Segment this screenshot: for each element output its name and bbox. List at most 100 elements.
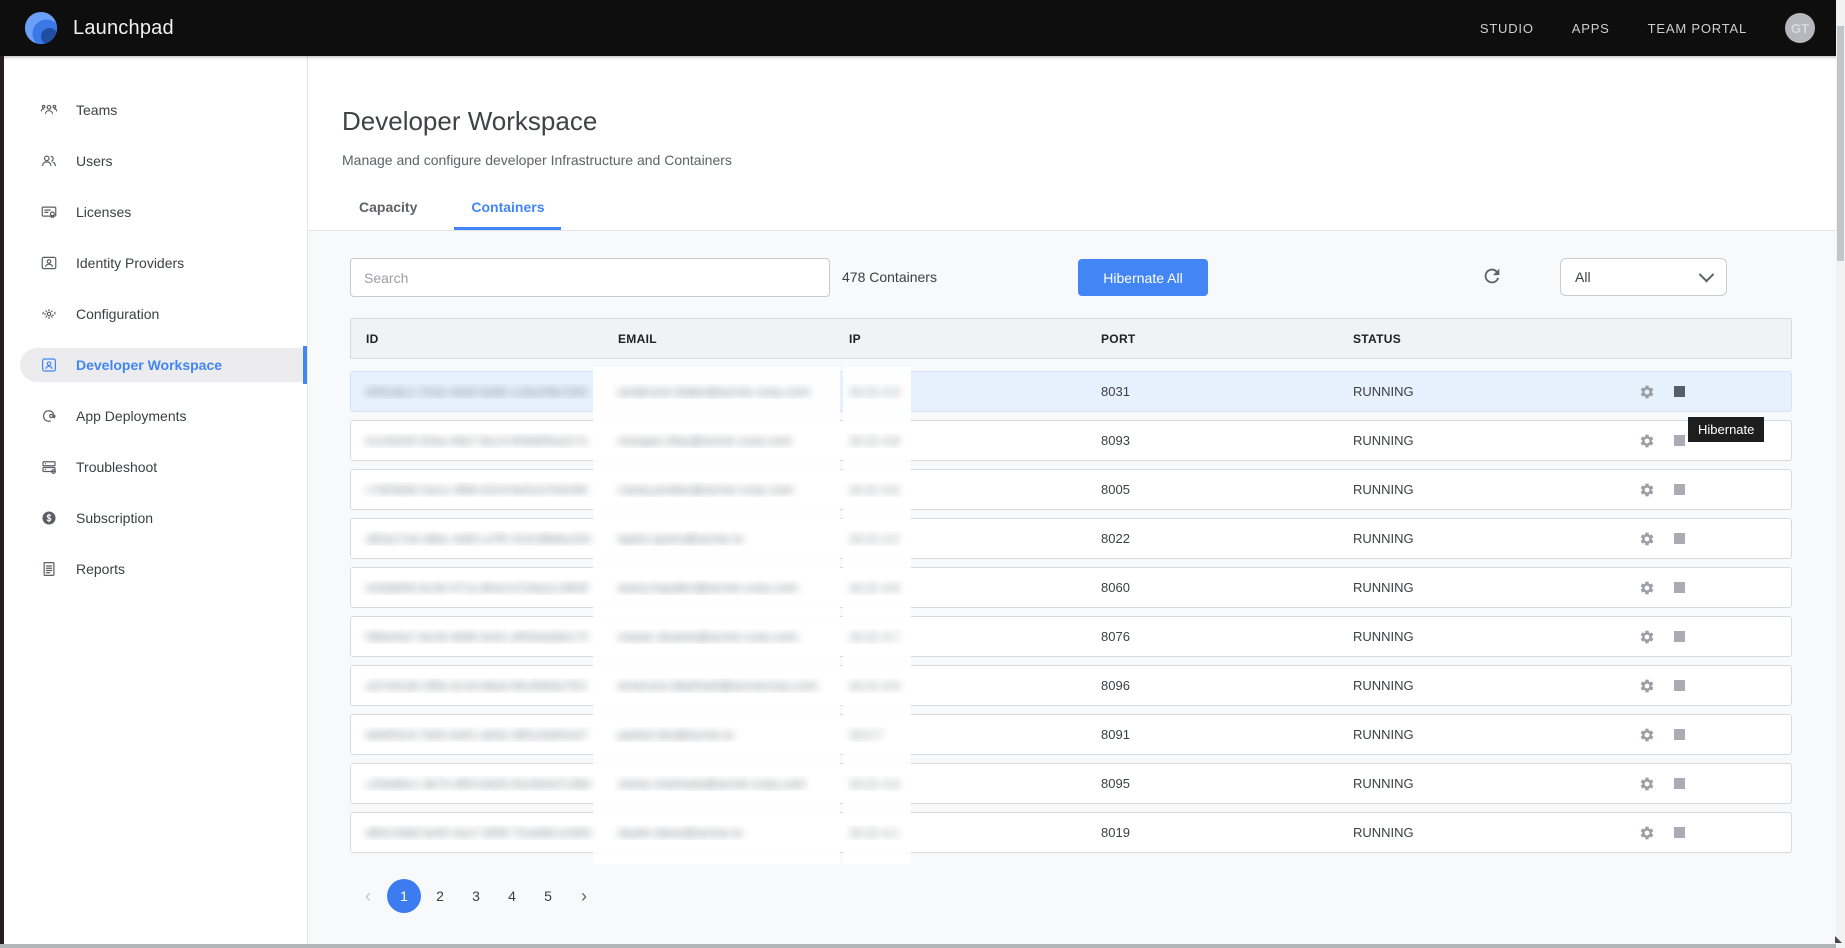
sidebar-item-app-deployments[interactable]: App Deployments	[4, 399, 307, 433]
hibernate-stop-icon[interactable]	[1674, 827, 1685, 838]
cell-port: 8096	[1086, 678, 1338, 693]
settings-gear-icon[interactable]	[1639, 776, 1655, 792]
containers-table: ID EMAIL IP PORT STATUS 64f2a9c1-7b3e-44…	[350, 318, 1792, 853]
nav-apps[interactable]: APPS	[1572, 21, 1610, 36]
cell-id: c7d04b92-5a1e-4f68-b3c9-8e52a70d1f46	[351, 482, 603, 497]
settings-gear-icon[interactable]	[1639, 825, 1655, 841]
sidebar-item-label: Licenses	[76, 204, 131, 220]
cell-ip: 10.21 4.6	[834, 580, 1086, 595]
settings-gear-icon[interactable]	[1639, 678, 1655, 694]
resize-corner-icon	[1835, 936, 1842, 943]
sidebar-item-developer-workspace[interactable]: Developer Workspace	[20, 348, 307, 382]
hibernate-stop-icon[interactable]	[1674, 778, 1685, 789]
pagination-prev-icon[interactable]: ‹	[351, 879, 385, 913]
cell-status: RUNNING	[1338, 629, 1623, 644]
scrollbar-thumb[interactable]	[1837, 26, 1844, 261]
table-row[interactable]: d60c34b8-5e92-4a17-bf08-72a4d9c1e583 sky…	[350, 812, 1792, 853]
pagination-page-3[interactable]: 3	[459, 879, 493, 913]
avatar[interactable]: GT	[1785, 13, 1815, 43]
hibernate-stop-icon[interactable]	[1674, 435, 1685, 446]
sidebar-item-reports[interactable]: Reports	[4, 552, 307, 586]
table-row[interactable]: b84f25c9-7d03-4e61-a92b-38f1c6d50e47 par…	[350, 714, 1792, 755]
configuration-icon	[40, 305, 58, 323]
table-row[interactable]: c29a68e1-3b74-4f50-8d26-91e5b0a7c364 ree…	[350, 763, 1792, 804]
table-row[interactable]: f08d43a7-6e29-4b85-9c61-d0f3e8a5b172 row…	[350, 616, 1792, 657]
search-input[interactable]	[350, 258, 830, 297]
hibernate-all-button[interactable]: Hibernate All	[1078, 259, 1208, 296]
pagination-page-1[interactable]: 1	[387, 879, 421, 913]
row-actions	[1623, 776, 1791, 792]
horizontal-scrollbar[interactable]	[0, 944, 1845, 948]
hibernate-stop-icon[interactable]	[1674, 533, 1685, 544]
settings-gear-icon[interactable]	[1639, 384, 1655, 400]
settings-gear-icon[interactable]	[1639, 629, 1655, 645]
pagination-page-4[interactable]: 4	[495, 879, 529, 913]
cell-id: b1c83e5f-20da-49a7-8e14-f63b905a2c7e	[351, 433, 603, 448]
table-row[interactable]: a37e91d0-2f56-4c18-b8a4-65c09d3e7f21 eme…	[350, 665, 1792, 706]
cell-port: 8093	[1086, 433, 1338, 448]
cell-port: 8095	[1086, 776, 1338, 791]
nav-team-portal[interactable]: TEAM PORTAL	[1648, 21, 1747, 36]
cell-status: RUNNING	[1338, 825, 1623, 840]
tab-capacity[interactable]: Capacity	[342, 184, 434, 230]
hibernate-stop-icon[interactable]	[1674, 582, 1685, 593]
cell-id: 64f2a9c1-7b3e-44d0-9a65-1c8e2f4b7d30	[351, 384, 603, 399]
cell-ip: 10.21 4.3	[834, 384, 1086, 399]
container-count: 478 Containers	[842, 269, 937, 285]
cell-id: b84f25c9-7d03-4e61-a92b-38f1c6d50e47	[351, 727, 603, 742]
cell-id: c29a68e1-3b74-4f50-8d26-91e5b0a7c364	[351, 776, 603, 791]
hibernate-stop-icon[interactable]	[1674, 680, 1685, 691]
cell-port: 8022	[1086, 531, 1338, 546]
tab-containers[interactable]: Containers	[454, 184, 561, 230]
cell-email: morgan.riley@acme-corp.com	[603, 433, 834, 448]
cell-id: e52b60f4-9c3d-471a-85e0-b7d4a2c1963f	[351, 580, 603, 595]
sidebar-item-troubleshoot[interactable]: Troubleshoot	[4, 450, 307, 484]
brand[interactable]: Launchpad	[24, 11, 174, 45]
cell-port: 8076	[1086, 629, 1338, 644]
row-actions	[1623, 384, 1791, 400]
settings-gear-icon[interactable]	[1639, 433, 1655, 449]
hibernate-stop-icon[interactable]	[1674, 631, 1685, 642]
row-actions	[1623, 727, 1791, 743]
hibernate-stop-icon[interactable]	[1674, 386, 1685, 397]
hibernate-stop-icon[interactable]	[1674, 729, 1685, 740]
cell-email: parker.len@acme.io	[603, 727, 834, 742]
vertical-scrollbar[interactable]	[1836, 0, 1845, 948]
filter-dropdown[interactable]: All	[1560, 258, 1727, 296]
sidebar-item-teams[interactable]: Teams	[4, 93, 307, 127]
pagination-next-icon[interactable]: ›	[567, 879, 601, 913]
sidebar-item-configuration[interactable]: Configuration	[4, 297, 307, 331]
settings-gear-icon[interactable]	[1639, 580, 1655, 596]
cell-port: 8091	[1086, 727, 1338, 742]
table-row[interactable]: c7d04b92-5a1e-4f68-b3c9-8e52a70d1f46 cas…	[350, 469, 1792, 510]
pagination-page-5[interactable]: 5	[531, 879, 565, 913]
hibernate-stop-icon[interactable]	[1674, 484, 1685, 495]
identity-providers-icon	[40, 254, 58, 272]
row-actions	[1623, 580, 1791, 596]
settings-gear-icon[interactable]	[1639, 531, 1655, 547]
users-icon	[40, 152, 58, 170]
nav-studio[interactable]: STUDIO	[1480, 21, 1534, 36]
settings-gear-icon[interactable]	[1639, 482, 1655, 498]
cell-status: RUNNING	[1338, 727, 1623, 742]
cell-id: d60c34b8-5e92-4a17-bf08-72a4d9c1e583	[351, 825, 603, 840]
cell-ip: 10.0.7	[834, 727, 1086, 742]
sidebar-item-licenses[interactable]: Licenses	[4, 195, 307, 229]
sidebar-item-identity-providers[interactable]: Identity Providers	[4, 246, 307, 280]
table-row[interactable]: b1c83e5f-20da-49a7-8e14-f63b905a2c7e mor…	[350, 420, 1792, 461]
table-row[interactable]: e52b60f4-9c3d-471a-85e0-b7d4a2c1963f ave…	[350, 567, 1792, 608]
pagination-page-2[interactable]: 2	[423, 879, 457, 913]
table-row[interactable]: d93a17e6-48bc-4d02-a7f5-310c98b6e254 tay…	[350, 518, 1792, 559]
cell-port: 8005	[1086, 482, 1338, 497]
sidebar-item-subscription[interactable]: Subscription	[4, 501, 307, 535]
settings-gear-icon[interactable]	[1639, 727, 1655, 743]
teams-icon	[40, 101, 58, 119]
sidebar-item-label: Reports	[76, 561, 125, 577]
refresh-icon[interactable]	[1481, 265, 1503, 287]
table-header-row: ID EMAIL IP PORT STATUS	[350, 318, 1792, 359]
sidebar-item-users[interactable]: Users	[4, 144, 307, 178]
licenses-icon	[40, 203, 58, 221]
cell-email: avery.hayden@acme-corp.com	[603, 580, 834, 595]
cell-ip: 10.21 4.7	[834, 629, 1086, 644]
table-row[interactable]: 64f2a9c1-7b3e-44d0-9a65-1c8e2f4b7d30 and…	[350, 371, 1792, 412]
